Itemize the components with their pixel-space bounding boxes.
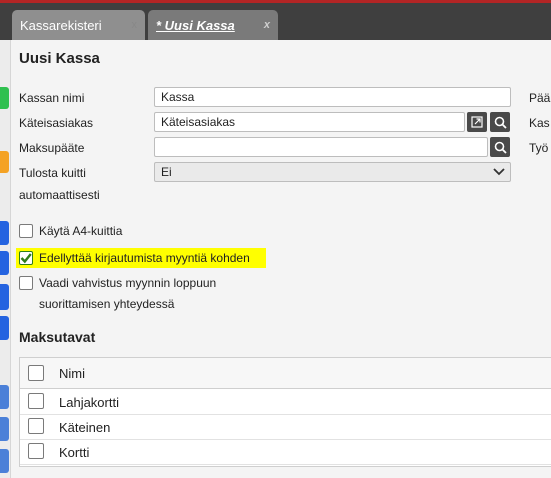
- tulosta-kuitti-label-line2: automaattisesti: [19, 188, 100, 202]
- payment-methods-table: Nimi Lahjakortti Käteinen Kortti: [19, 357, 551, 467]
- page-title: Uusi Kassa: [19, 50, 100, 67]
- row-checkbox[interactable]: [28, 393, 44, 409]
- require-confirmation-label: Vaadi vahvistus myynnin loppuun: [39, 276, 217, 290]
- tab-label: * Uusi Kassa: [156, 17, 235, 33]
- sidebar-button-blue-4[interactable]: [0, 316, 9, 340]
- sidebar-button-blue-3[interactable]: [0, 284, 9, 310]
- search-icon: [494, 116, 507, 129]
- kassan-nimi-input[interactable]: Kassa: [154, 87, 511, 107]
- right-label-1: Pää: [529, 91, 551, 105]
- close-icon[interactable]: x: [132, 19, 138, 31]
- a4-receipt-label: Käytä A4-kuittia: [39, 224, 123, 238]
- row-name: Lahjakortti: [59, 395, 119, 410]
- open-link-icon: [471, 116, 483, 128]
- sidebar-button-green[interactable]: [0, 87, 9, 109]
- checkmark-icon: [20, 253, 32, 264]
- kateisasiakas-label: Käteisasiakas: [19, 116, 94, 130]
- kateisasiakas-search-button[interactable]: [490, 112, 510, 132]
- tab-kassarekisteri[interactable]: Kassarekisteri x: [12, 10, 145, 40]
- right-label-2: Kas: [529, 116, 550, 130]
- sidebar-button-blue-1[interactable]: [0, 221, 9, 245]
- top-accent-line: [0, 0, 551, 3]
- require-login-label: Edellyttää kirjautumista myyntiä kohden: [39, 251, 250, 265]
- left-toolbar: [0, 40, 11, 478]
- row-name: Käteinen: [59, 420, 111, 435]
- sidebar-button-blue-7[interactable]: [0, 449, 9, 473]
- row-checkbox[interactable]: [28, 443, 44, 459]
- select-all-checkbox[interactable]: [28, 365, 44, 381]
- tab-label: Kassarekisteri: [20, 17, 102, 33]
- sidebar-button-blue-5[interactable]: [0, 385, 9, 409]
- chevron-down-icon: [493, 168, 505, 176]
- table-row[interactable]: Lahjakortti: [20, 389, 551, 415]
- column-header-nimi: Nimi: [59, 366, 85, 381]
- table-header: Nimi: [20, 358, 551, 389]
- table-row[interactable]: Käteinen: [20, 414, 551, 440]
- select-value: Ei: [161, 165, 172, 179]
- maksupaate-input[interactable]: [154, 137, 488, 157]
- sidebar-button-orange[interactable]: [0, 151, 9, 173]
- right-label-3: Työ: [529, 141, 549, 155]
- require-confirmation-label-line2: suorittamisen yhteydessä: [39, 297, 175, 311]
- require-login-checkbox[interactable]: [19, 251, 33, 265]
- row-name: Kortti: [59, 445, 90, 460]
- open-link-button[interactable]: [467, 112, 487, 132]
- tab-uusi-kassa[interactable]: * Uusi Kassa x: [148, 10, 278, 40]
- maksupaate-label: Maksupääte: [19, 141, 85, 155]
- close-icon[interactable]: x: [264, 19, 270, 31]
- a4-receipt-checkbox[interactable]: [19, 224, 33, 238]
- require-confirmation-checkbox[interactable]: [19, 276, 33, 290]
- kassan-nimi-label: Kassan nimi: [19, 91, 85, 105]
- kateisasiakas-input[interactable]: Käteisasiakas: [154, 112, 465, 132]
- search-icon: [494, 141, 507, 154]
- maksupaate-search-button[interactable]: [490, 137, 510, 157]
- row-checkbox[interactable]: [28, 418, 44, 434]
- sidebar-button-blue-2[interactable]: [0, 251, 9, 275]
- section-title: Maksutavat: [19, 329, 96, 345]
- tulosta-kuitti-label: Tulosta kuitti: [19, 166, 86, 180]
- table-row[interactable]: Kortti: [20, 439, 551, 465]
- sidebar-button-blue-6[interactable]: [0, 417, 9, 441]
- tulosta-kuitti-select[interactable]: Ei: [154, 162, 511, 182]
